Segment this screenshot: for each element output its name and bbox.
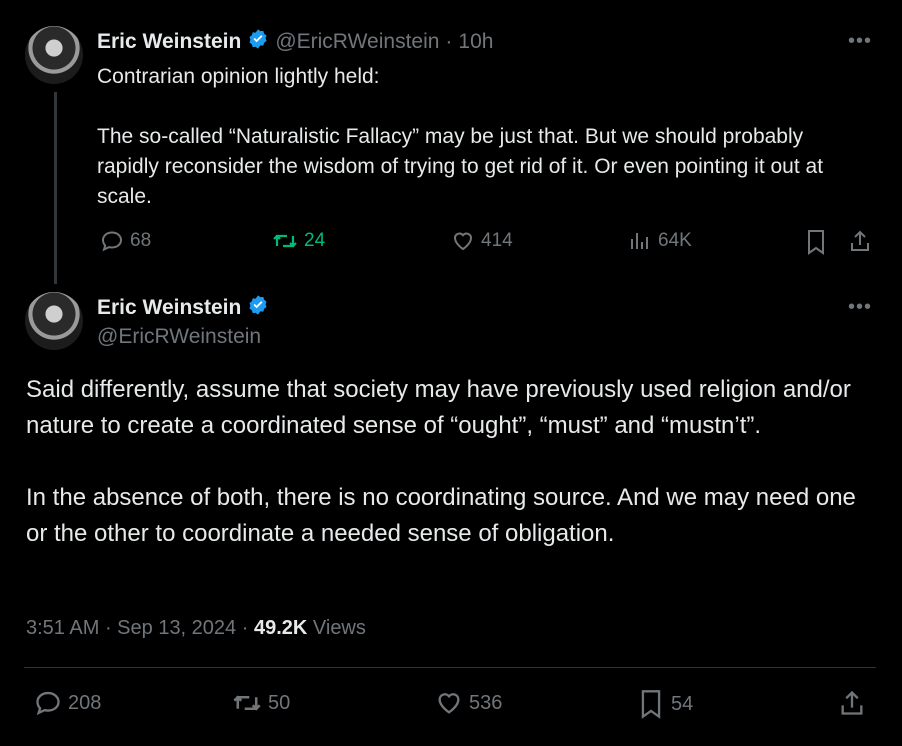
verified-icon [247, 28, 269, 55]
verified-icon [247, 294, 269, 321]
views-button[interactable]: 64K [628, 229, 692, 253]
bookmark-icon [641, 690, 661, 719]
tweet-header: Eric Weinstein @EricRWeinstein · 10h [97, 28, 493, 55]
like-icon [438, 693, 460, 714]
author-handle[interactable]: @EricRWeinstein [97, 325, 261, 349]
tweet-header: Eric Weinstein [97, 294, 269, 321]
separator: · [445, 29, 453, 53]
bookmark-icon [808, 230, 824, 255]
author-name[interactable]: Eric Weinstein [97, 30, 241, 54]
tweet-time[interactable]: 3:51 AM [26, 617, 99, 639]
reply-button[interactable]: 68 [100, 229, 151, 253]
tweet-text: Contrarian opinion lightly held: The so-… [97, 65, 824, 208]
author-name[interactable]: Eric Weinstein [97, 296, 241, 320]
share-button[interactable] [838, 689, 866, 722]
tweet-date[interactable]: Sep 13, 2024 [117, 617, 236, 639]
like-count: 414 [481, 230, 513, 251]
tweet-meta: 3:51 AM · Sep 13, 2024 · 49.2K Views [26, 617, 366, 639]
share-icon [851, 230, 869, 251]
repost-count: 50 [268, 691, 291, 714]
share-button[interactable] [848, 229, 872, 258]
views-label: Views [312, 617, 366, 639]
more-icon[interactable]: ••• [848, 296, 872, 319]
reply-count: 68 [130, 230, 152, 251]
repost-icon [233, 695, 261, 711]
bookmark-count: 54 [671, 692, 694, 715]
share-icon [841, 690, 863, 715]
bookmark-button[interactable]: 54 [637, 689, 693, 719]
reply-button[interactable]: 208 [34, 689, 101, 717]
avatar[interactable] [25, 26, 83, 84]
like-count: 536 [469, 691, 503, 714]
like-icon [453, 232, 473, 251]
reply-icon [36, 691, 60, 716]
avatar[interactable] [25, 292, 83, 350]
repost-count: 24 [304, 230, 326, 251]
views-count: 64K [658, 230, 692, 251]
bookmark-button[interactable] [804, 229, 828, 260]
reply-count: 208 [68, 691, 102, 714]
time-ago[interactable]: 10h [458, 30, 493, 54]
tweet-text: Said differently, assume that society ma… [26, 376, 856, 547]
repost-icon [273, 234, 297, 248]
divider [24, 667, 876, 668]
reply-icon [101, 231, 123, 252]
repost-button[interactable]: 50 [232, 689, 290, 717]
more-icon[interactable]: ••• [848, 30, 872, 53]
views-icon [631, 233, 648, 249]
like-button[interactable]: 414 [451, 229, 513, 253]
thread-line [54, 92, 57, 284]
views-total: 49.2K [253, 617, 308, 639]
author-handle[interactable]: @EricRWeinstein [275, 30, 439, 54]
like-button[interactable]: 536 [435, 689, 502, 717]
repost-button[interactable]: 24 [272, 229, 325, 253]
